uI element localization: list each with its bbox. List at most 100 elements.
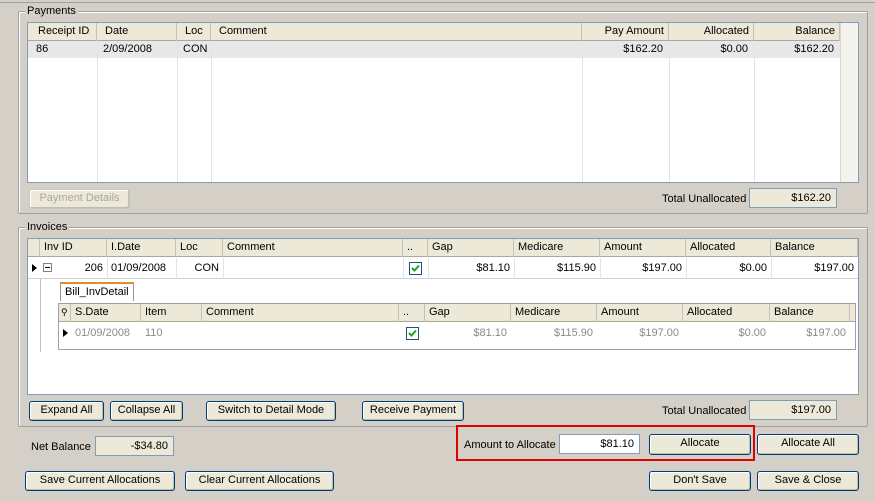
invoices-total-unallocated-field: $197.00 [749,400,837,420]
grid-line [514,258,515,279]
col-detail-comment[interactable]: Comment [202,304,399,322]
cell-detail-balance: $197.00 [806,327,846,339]
grid-line [97,41,98,182]
cell-inv-amount: $197.00 [642,262,682,274]
allocate-button[interactable]: Allocate [649,434,751,455]
grid-line [177,41,178,182]
receive-payment-button[interactable]: Receive Payment [362,401,464,421]
collapse-all-button[interactable]: Collapse All [110,401,183,421]
table-row[interactable]: 01/09/2008 110 $81.10 $115.90 $197.00 $0… [59,323,855,345]
detail-select-checkbox[interactable] [406,327,419,340]
grid-line [686,258,687,279]
col-allocated[interactable]: Allocated [669,23,754,41]
col-detail-date[interactable]: S.Date [71,304,141,322]
invoices-group-title: Invoices [25,221,70,233]
save-close-button[interactable]: Save & Close [757,471,859,491]
cell-detail-medicare: $115.90 [554,327,593,339]
clear-current-allocations-button[interactable]: Clear Current Allocations [185,471,334,491]
cell-detail-gap: $81.10 [473,327,507,339]
col-receipt-id[interactable]: Receipt ID [28,23,97,41]
col-detail-flag[interactable]: .. [399,304,425,322]
col-date[interactable]: Date [97,23,177,41]
col-detail-balance[interactable]: Balance [770,304,850,322]
grid-line [211,41,212,182]
payment-details-button[interactable]: Payment Details [29,189,130,209]
col-detail-amount[interactable]: Amount [597,304,683,322]
col-inv-flag[interactable]: .. [403,239,428,257]
grid-line [771,258,772,279]
cell-comment [213,41,573,58]
cell-allocated: $0.00 [720,43,748,55]
col-inv-loc[interactable]: Loc [176,239,223,257]
table-row[interactable]: 206 01/09/2008 CON $81.10 $115.90 $197.0… [28,258,858,279]
payments-scroll-column[interactable] [840,23,858,182]
grid-line [176,258,177,279]
grid-line [428,258,429,279]
cell-detail-allocated: $0.00 [738,327,766,339]
col-comment[interactable]: Comment [211,23,582,41]
col-inv-allocated[interactable]: Allocated [686,239,771,257]
cell-detail-amount: $197.00 [639,327,679,339]
col-detail-medicare[interactable]: Medicare [511,304,597,322]
invoice-select-checkbox[interactable] [409,262,422,275]
payments-total-unallocated-label: Total Unallocated [662,193,747,205]
cell-inv-loc: CON [194,262,219,274]
col-detail-gap[interactable]: Gap [425,304,511,322]
save-current-allocations-button[interactable]: Save Current Allocations [25,471,175,491]
col-inv-date[interactable]: I.Date [107,239,176,257]
col-inv-balance[interactable]: Balance [771,239,858,257]
col-inv-gap[interactable]: Gap [428,239,514,257]
detail-filter-icon[interactable]: ⚲ [59,304,71,322]
cell-receipt-id: 86 [36,43,49,55]
cell-detail-date: 01/09/2008 [75,327,131,339]
cell-inv-comment [223,260,403,277]
col-loc[interactable]: Loc [177,23,211,41]
grid-line [223,258,224,279]
row-pointer-icon [63,329,68,337]
row-pointer-icon [32,264,37,272]
top-edge [0,0,875,3]
cell-inv-medicare: $115.90 [557,262,596,274]
grid-line [600,258,601,279]
cell-balance: $162.20 [794,43,834,55]
grid-line [403,258,404,279]
detail-grid-header: ⚲ S.Date Item Comment .. Gap Medicare Am… [59,304,855,322]
cell-inv-balance: $197.00 [814,262,854,274]
row-selector-header [28,239,40,257]
allocate-all-button[interactable]: Allocate All [757,434,859,455]
amount-to-allocate-label: Amount to Allocate [464,439,556,451]
cell-pay-amount: $162.20 [623,43,663,55]
cell-inv-gap: $81.10 [476,262,510,274]
payments-group-title: Payments [25,5,78,17]
payments-total-unallocated-field: $162.20 [749,188,837,208]
amount-to-allocate-input[interactable]: $81.10 [559,434,640,454]
table-row[interactable]: 86 2/09/2008 CON $162.20 $0.00 $162.20 [28,41,840,58]
col-inv-id[interactable]: Inv ID [40,239,107,257]
payments-grid[interactable]: Receipt ID Date Loc Comment Pay Amount A… [27,22,859,183]
col-detail-allocated[interactable]: Allocated [683,304,770,322]
cell-detail-comment [202,325,399,342]
grid-line [754,41,755,182]
invoices-grid[interactable]: Inv ID I.Date Loc Comment .. Gap Medicar… [27,238,859,395]
col-inv-medicare[interactable]: Medicare [514,239,600,257]
dont-save-button[interactable]: Don't Save [649,471,751,491]
cell-date: 2/09/2008 [103,43,152,55]
cell-inv-id: 206 [84,262,103,274]
invoices-total-unallocated-label: Total Unallocated [662,405,747,417]
col-inv-amount[interactable]: Amount [600,239,686,257]
col-inv-comment[interactable]: Comment [223,239,403,257]
detail-grid[interactable]: ⚲ S.Date Item Comment .. Gap Medicare Am… [58,303,856,350]
grid-line [669,41,670,182]
col-detail-item[interactable]: Item [141,304,202,322]
net-balance-label: Net Balance [31,441,91,453]
collapse-icon[interactable] [43,263,52,272]
grid-line [582,41,583,182]
invoices-grid-header: Inv ID I.Date Loc Comment .. Gap Medicar… [28,239,858,257]
net-balance-field: -$34.80 [95,436,174,456]
col-balance[interactable]: Balance [754,23,840,41]
switch-detail-mode-button[interactable]: Switch to Detail Mode [206,401,336,421]
cell-detail-item: 110 [145,327,163,339]
col-pay-amount[interactable]: Pay Amount [582,23,669,41]
grid-line [107,258,108,279]
expand-all-button[interactable]: Expand All [29,401,104,421]
